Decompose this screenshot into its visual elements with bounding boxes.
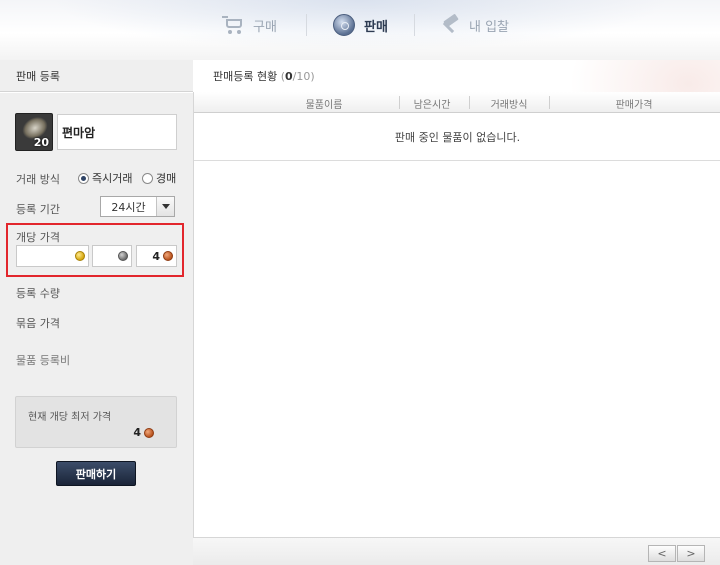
listing-count-max: /10 xyxy=(292,70,311,83)
silver-coin-icon xyxy=(118,251,128,261)
bundle-price-label: 묶음 가격 xyxy=(16,317,60,330)
panel-title: 판매 등록 xyxy=(16,70,60,83)
radio-label: 즉시거래 xyxy=(92,172,133,185)
bronze-coin-icon xyxy=(163,251,173,261)
lowest-price-box: 현재 개당 최저 가격 4 xyxy=(15,396,177,448)
coin-icon xyxy=(333,14,357,36)
listing-count: (0/10) xyxy=(280,70,315,83)
tab-sell[interactable]: 판매 xyxy=(333,12,388,38)
qty-label: 등록 수량 xyxy=(16,287,60,300)
column-divider xyxy=(469,96,470,109)
empty-message: 판매 중인 물품이 없습니다. xyxy=(194,114,720,161)
radio-auction[interactable]: 경매 xyxy=(142,170,176,186)
radio-label: 경매 xyxy=(156,172,177,185)
column-item-name[interactable]: 물품이름 xyxy=(244,96,404,111)
radio-unselected-icon xyxy=(142,172,153,184)
tab-my-bids-label: 내 입찰 xyxy=(469,19,510,35)
trade-method-label: 거래 방식 xyxy=(16,173,60,186)
period-select-value: 24시간 xyxy=(111,200,146,214)
pagination: < > xyxy=(193,537,720,565)
sell-button[interactable]: 판매하기 xyxy=(56,461,136,486)
radio-selected-icon xyxy=(78,172,89,184)
cart-icon xyxy=(222,14,246,36)
listing-status-title: 판매등록 현황 (0/10) xyxy=(213,68,315,84)
item-name: 편마암 xyxy=(57,114,177,150)
prev-page-button[interactable]: < xyxy=(648,545,676,562)
tab-buy[interactable]: 구매 xyxy=(222,12,277,38)
tab-buy-label: 구매 xyxy=(253,19,277,35)
listing-table: 물품이름 남은시간 거래방식 판매가격 판매 중인 물품이 없습니다. xyxy=(193,92,720,565)
gavel-icon xyxy=(438,13,462,36)
column-divider xyxy=(399,96,400,109)
bronze-coin-icon xyxy=(144,427,154,438)
tab-my-bids[interactable]: 내 입찰 xyxy=(438,12,509,38)
listing-count-current: 0 xyxy=(285,70,293,83)
period-label: 등록 기간 xyxy=(16,203,60,216)
tab-divider xyxy=(306,14,307,36)
gold-coin-icon xyxy=(75,251,85,261)
item-slot[interactable]: 20 xyxy=(15,113,53,151)
gold-price-input[interactable] xyxy=(16,245,89,267)
lowest-number: 4 xyxy=(133,426,141,439)
radio-instant-trade[interactable]: 즉시거래 xyxy=(78,170,132,186)
listing-status-label: 판매등록 현황 xyxy=(213,70,278,83)
tab-sell-label: 판매 xyxy=(364,19,388,35)
unit-price-label: 개당 가격 xyxy=(16,231,60,244)
bronze-value: 4 xyxy=(152,249,160,263)
chevron-down-icon[interactable] xyxy=(156,197,174,216)
column-time-left[interactable]: 남은시간 xyxy=(401,96,463,111)
lowest-price-value: 4 xyxy=(133,426,154,439)
silver-price-input[interactable] xyxy=(92,245,132,267)
item-stack-count: 20 xyxy=(33,136,49,149)
period-select[interactable]: 24시간 xyxy=(100,196,175,217)
column-divider xyxy=(549,96,550,109)
table-header: 물품이름 남은시간 거래방식 판매가격 xyxy=(194,92,720,113)
column-trade-method[interactable]: 거래방식 xyxy=(474,96,544,111)
fee-label: 물품 등록비 xyxy=(16,354,71,367)
lowest-price-label: 현재 개당 최저 가격 xyxy=(28,412,112,423)
bronze-price-input[interactable]: 4 xyxy=(136,245,177,267)
divider xyxy=(0,92,193,93)
next-page-button[interactable]: > xyxy=(677,545,705,562)
tab-divider xyxy=(414,14,415,36)
column-price[interactable]: 판매가격 xyxy=(554,96,714,111)
